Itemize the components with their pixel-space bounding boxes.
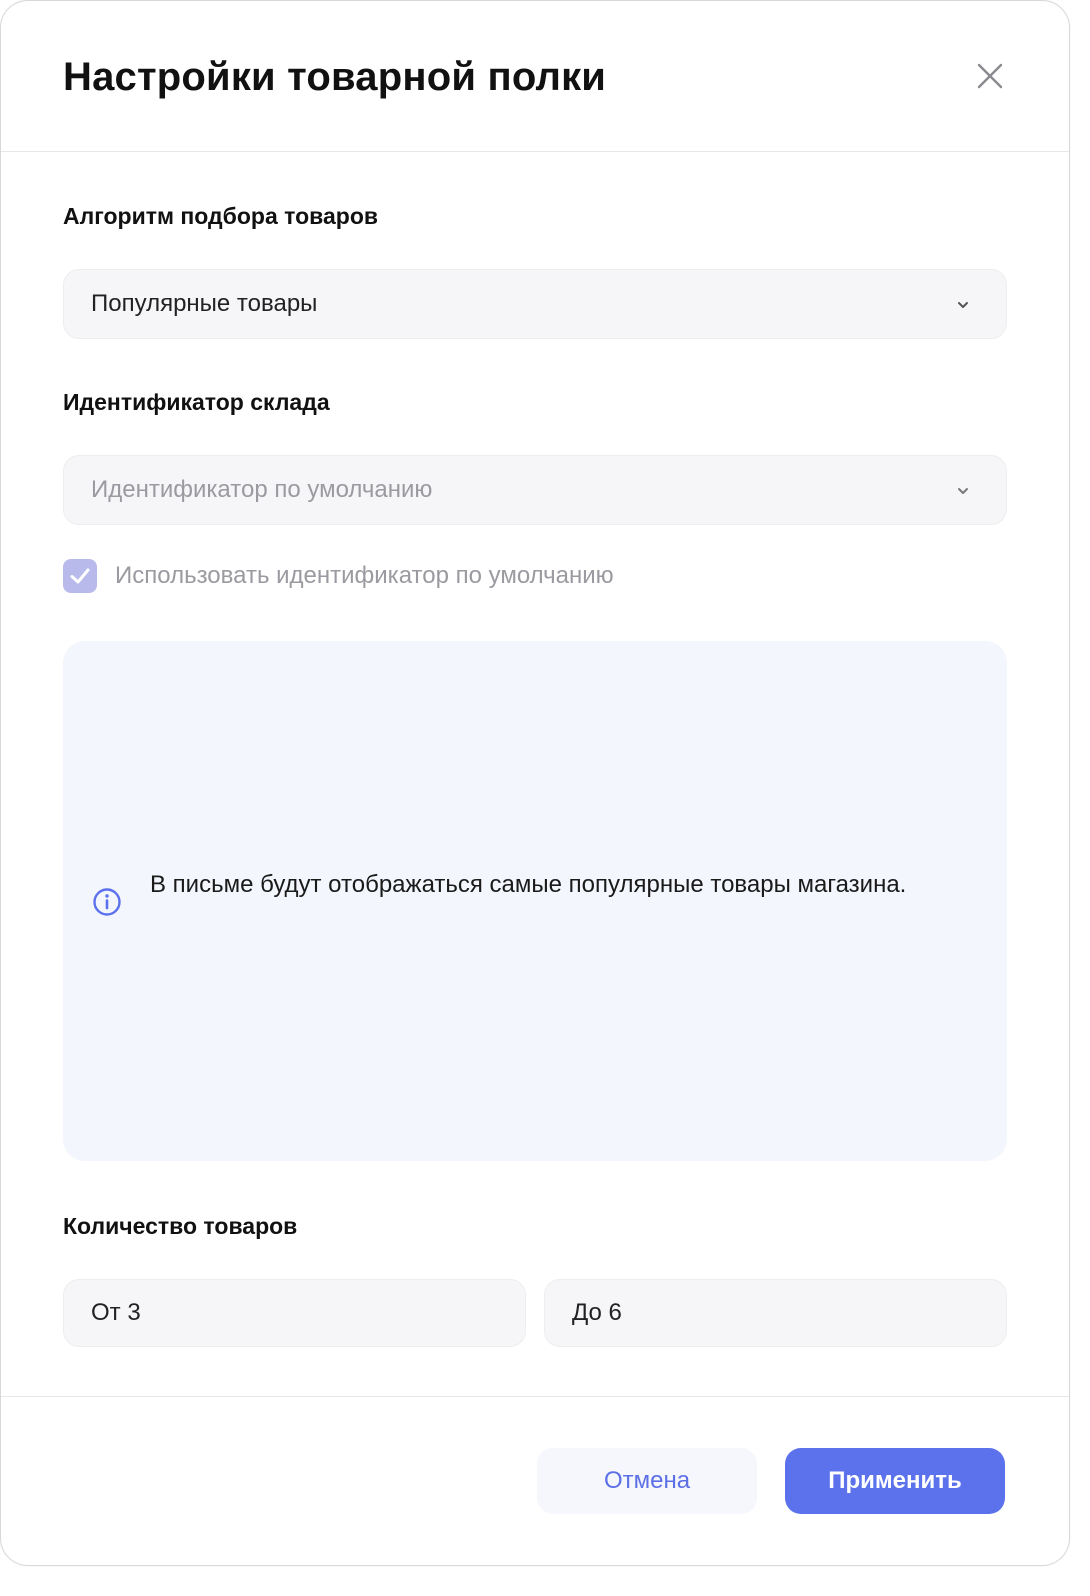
algorithm-label: Алгоритм подбора товаров <box>63 203 379 229</box>
quantity-from-value: От 3 <box>91 1299 141 1326</box>
product-shelf-settings-dialog: Настройки товарной полки Алгоритм подбор… <box>0 0 1070 1566</box>
warehouse-select[interactable]: Идентификатор по умолчанию <box>63 455 1007 525</box>
use-default-id-checkbox[interactable] <box>63 559 97 593</box>
quantity-label: Количество товаров <box>63 1213 298 1239</box>
cancel-button[interactable]: Отмена <box>537 1448 757 1514</box>
quantity-to-value: До 6 <box>572 1299 622 1326</box>
warehouse-label: Идентификатор склада <box>63 389 330 415</box>
use-default-id-label: Использовать идентификатор по умолчанию <box>115 562 614 589</box>
quantity-to-input[interactable]: До 6 <box>544 1279 1007 1347</box>
chevron-down-icon <box>958 302 968 308</box>
algorithm-select-value: Популярные товары <box>91 290 318 317</box>
dialog-footer: Отмена Применить <box>1 1396 1069 1565</box>
dialog-header: Настройки товарной полки <box>1 1 1069 152</box>
info-banner: В письме будут отображаться самые популя… <box>63 641 1007 1161</box>
quantity-from-input[interactable]: От 3 <box>63 1279 526 1347</box>
info-icon <box>93 888 121 916</box>
close-icon <box>977 63 1003 89</box>
close-button[interactable] <box>971 57 1009 95</box>
info-text: В письме будут отображаться самые популя… <box>150 871 907 898</box>
warehouse-select-value: Идентификатор по умолчанию <box>91 476 433 503</box>
chevron-down-icon <box>958 488 968 494</box>
dialog-title: Настройки товарной полки <box>63 55 607 99</box>
apply-button[interactable]: Применить <box>785 1448 1005 1514</box>
check-icon <box>70 568 90 584</box>
algorithm-select[interactable]: Популярные товары <box>63 269 1007 339</box>
